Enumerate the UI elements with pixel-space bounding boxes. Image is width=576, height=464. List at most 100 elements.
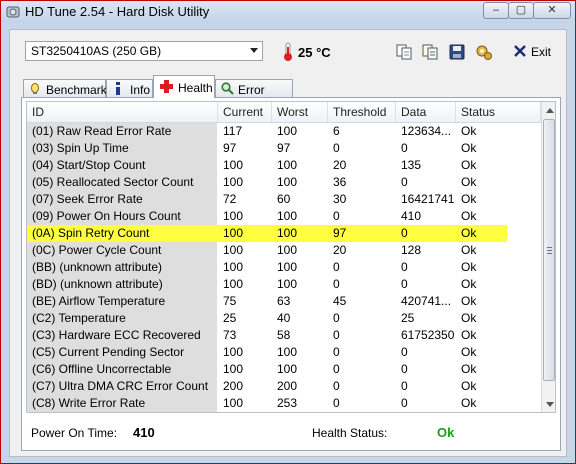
cell-data: 410 (401, 209, 422, 223)
cell-worst: 97 (277, 141, 291, 155)
chevron-down-icon (250, 48, 258, 53)
cell-id: (0A) Spin Retry Count (32, 226, 150, 240)
table-row[interactable]: (C8) Write Error Rate 100 253 0 0 Ok (27, 395, 541, 412)
cell-data: 25 (401, 311, 415, 325)
table-row[interactable]: (C6) Offline Uncorrectable 100 100 0 0 Ok (27, 361, 541, 378)
cell-id: (09) Power On Hours Count (32, 209, 181, 223)
cell-worst: 100 (277, 260, 298, 274)
tab-benchmark[interactable]: Benchmark (23, 79, 107, 97)
table-row[interactable]: (C3) Hardware ECC Recovered 73 58 0 61752350… (27, 327, 541, 344)
cell-current: 100 (223, 243, 244, 257)
table-row[interactable]: (C2) Temperature 25 40 0 25 Ok (27, 310, 541, 327)
tab-benchmark-label: Benchmark (46, 83, 107, 97)
cell-worst: 63 (277, 294, 291, 308)
table-header: ID Current Worst Threshold Data Status (27, 102, 541, 123)
cell-id: (0C) Power Cycle Count (32, 243, 162, 257)
cell-current: 73 (223, 328, 237, 342)
tab-health[interactable]: Health (153, 75, 215, 98)
cell-current: 100 (223, 277, 244, 291)
cell-current: 100 (223, 362, 244, 376)
cell-threshold: 0 (333, 396, 340, 410)
options-icon[interactable] (475, 43, 493, 61)
column-header-threshold[interactable]: Threshold (328, 102, 396, 122)
cell-threshold: 0 (333, 141, 340, 155)
column-header-data[interactable]: Data (396, 102, 456, 122)
cell-status: Ok (461, 124, 477, 138)
copy-icon[interactable] (395, 43, 413, 61)
drive-select-value: ST3250410AS (250 GB) (31, 44, 162, 58)
exit-button[interactable]: Exit (531, 45, 551, 59)
cell-worst: 58 (277, 328, 291, 342)
tab-info[interactable]: Info (106, 79, 153, 97)
table-row[interactable]: (C7) Ultra DMA CRC Error Count 200 200 0 0 Ok (27, 378, 541, 395)
table-row[interactable]: (05) Reallocated Sector Count 100 100 36 0 Ok (27, 174, 541, 191)
cell-status: Ok (461, 209, 477, 223)
cell-threshold: 0 (333, 209, 340, 223)
table-row[interactable]: (BD) (unknown attribute) 100 100 0 0 Ok (27, 276, 541, 293)
cell-current: 100 (223, 260, 244, 274)
table-row[interactable]: (0C) Power Cycle Count 100 100 20 128 Ok (27, 242, 541, 259)
minimize-button[interactable]: – (483, 2, 509, 19)
cell-current: 75 (223, 294, 237, 308)
cell-worst: 100 (277, 209, 298, 223)
smart-attributes-table: ID Current Worst Threshold Data Status (… (26, 101, 556, 413)
cell-current: 200 (223, 379, 244, 393)
cell-id: (C6) Offline Uncorrectable (32, 362, 172, 376)
column-header-status[interactable]: Status (456, 102, 541, 122)
column-header-id[interactable]: ID (27, 102, 218, 122)
cell-id: (07) Seek Error Rate (32, 192, 143, 206)
table-row[interactable]: (C5) Current Pending Sector 100 100 0 0 Ok (27, 344, 541, 361)
cell-data: 0 (401, 226, 408, 240)
table-row[interactable]: (BB) (unknown attribute) 100 100 0 0 Ok (27, 259, 541, 276)
scroll-up-arrow[interactable] (546, 108, 554, 113)
cell-threshold: 0 (333, 345, 340, 359)
thermometer-icon (284, 42, 292, 61)
cell-current: 100 (223, 226, 244, 240)
scroll-down-arrow[interactable] (546, 402, 554, 407)
cell-data: 420741... (401, 294, 452, 308)
window-title: HD Tune 2.54 - Hard Disk Utility (25, 4, 210, 19)
cell-worst: 60 (277, 192, 291, 206)
cell-current: 25 (223, 311, 237, 325)
cell-threshold: 0 (333, 362, 340, 376)
table-row[interactable]: (01) Raw Read Error Rate 117 100 6 123634...… (27, 123, 541, 140)
cell-threshold: 20 (333, 158, 347, 172)
copy-all-icon[interactable] (421, 43, 439, 61)
tab-info-label: Info (130, 83, 151, 97)
cell-current: 72 (223, 192, 237, 206)
vertical-scrollbar[interactable] (541, 102, 555, 412)
cell-id: (04) Start/Stop Count (32, 158, 146, 172)
column-header-current[interactable]: Current (218, 102, 272, 122)
cell-current: 100 (223, 158, 244, 172)
exit-icon[interactable] (513, 44, 527, 58)
cell-id: (C8) Write Error Rate (32, 396, 146, 410)
app-window: HD Tune 2.54 - Hard Disk Utility – ▢ ✕ S… (0, 0, 576, 464)
cell-data: 0 (401, 141, 408, 155)
health-status-value: Ok (437, 425, 455, 440)
table-row[interactable]: (0A) Spin Retry Count 100 100 97 0 Ok (27, 225, 507, 242)
cell-id: (C3) Hardware ECC Recovered (32, 328, 201, 342)
drive-select[interactable]: ST3250410AS (250 GB) (25, 41, 263, 61)
table-row[interactable]: (04) Start/Stop Count 100 100 20 135 Ok (27, 157, 541, 174)
table-row[interactable]: (03) Spin Up Time 97 97 0 0 Ok (27, 140, 541, 157)
cell-current: 117 (223, 124, 243, 138)
cell-worst: 100 (277, 277, 298, 291)
cell-threshold: 0 (333, 311, 340, 325)
cell-status: Ok (461, 260, 477, 274)
title-bar[interactable]: HD Tune 2.54 - Hard Disk Utility – ▢ ✕ (1, 1, 575, 23)
table-row[interactable]: (BE) Airflow Temperature 75 63 45 420741... O… (27, 293, 541, 310)
table-row[interactable]: (07) Seek Error Rate 72 60 30 16421741 Ok (27, 191, 541, 208)
temperature-readout: 25 °C (298, 45, 331, 60)
cell-id: (BB) (unknown attribute) (32, 260, 163, 274)
cell-data: 0 (401, 396, 408, 410)
cell-current: 100 (223, 209, 244, 223)
scroll-thumb[interactable] (543, 119, 555, 381)
maximize-button[interactable]: ▢ (508, 2, 534, 19)
table-row[interactable]: (09) Power On Hours Count 100 100 0 410 Ok (27, 208, 541, 225)
save-icon[interactable] (448, 43, 466, 61)
cell-threshold: 0 (333, 328, 340, 342)
tab-error-scan[interactable]: Error Scan (215, 79, 293, 113)
cell-current: 100 (223, 396, 244, 410)
column-header-worst[interactable]: Worst (272, 102, 328, 122)
close-button[interactable]: ✕ (533, 2, 571, 19)
